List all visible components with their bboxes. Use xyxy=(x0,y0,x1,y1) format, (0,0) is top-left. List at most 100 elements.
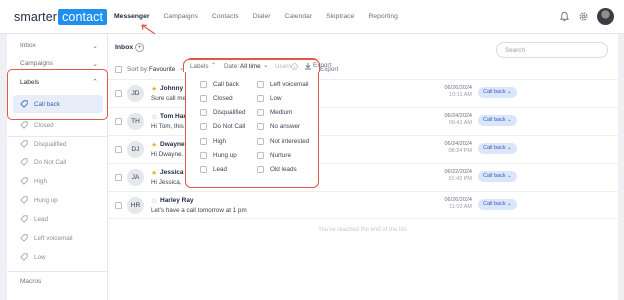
chevron-down-icon: ⌄ xyxy=(507,173,512,179)
label-pill[interactable]: Call back ⌄ xyxy=(478,115,517,126)
date-text: 06/22/2024 xyxy=(444,169,472,175)
end-of-list-note: You've reached the end of the list. xyxy=(318,227,408,233)
sidebar-label-lead[interactable]: Lead xyxy=(20,215,48,223)
option-checkbox[interactable] xyxy=(200,138,207,145)
dropdown-option-not-interested[interactable]: Not interested xyxy=(257,138,309,145)
option-label: Old leads xyxy=(270,166,297,173)
sidebar-label-hung-up[interactable]: Hung up xyxy=(20,196,58,204)
search-input[interactable]: Search xyxy=(496,42,608,58)
label-text: Lead xyxy=(34,215,49,223)
download-icon[interactable] xyxy=(304,62,312,70)
gear-icon[interactable] xyxy=(578,11,589,22)
date-text: 06/26/2024 xyxy=(444,197,472,203)
star-outline-icon[interactable]: ☆ xyxy=(151,113,157,121)
sidebar-item-labels[interactable]: Labels ⌃ xyxy=(7,79,108,86)
dropdown-option-do-not-call[interactable]: Do Not Call xyxy=(200,123,245,130)
sidebar-labels-label: Labels xyxy=(20,79,40,86)
date-filter-label: Date: xyxy=(224,63,240,70)
table-row[interactable]: HR ☆ Harley Ray Let's have a call tomorr… xyxy=(108,191,618,219)
dropdown-option-left-voicemail[interactable]: Left voicemail xyxy=(257,81,309,88)
star-icon[interactable]: ★ xyxy=(151,169,157,177)
dropdown-option-hung-up[interactable]: Hung up xyxy=(200,152,237,159)
option-checkbox[interactable] xyxy=(200,152,207,159)
sidebar-label-low[interactable]: Low xyxy=(20,253,46,261)
nav-campaigns[interactable]: Campaigns xyxy=(164,13,198,20)
sidebar-label-disqualified[interactable]: Disqualified xyxy=(20,140,67,148)
export-button[interactable]: Export xyxy=(313,62,331,69)
nav-dialer[interactable]: Dialer xyxy=(253,13,271,20)
nav-calendar[interactable]: Calendar xyxy=(285,13,313,20)
option-checkbox[interactable] xyxy=(257,123,264,130)
date-text: 06/24/2024 xyxy=(444,113,472,119)
option-label: Do Not Call xyxy=(213,123,246,130)
message-date: 06/26/2024 11:02 AM xyxy=(438,197,472,211)
star-icon[interactable]: ★ xyxy=(151,85,157,93)
label-text: High xyxy=(34,177,47,185)
add-icon[interactable]: + xyxy=(135,43,144,52)
nav-skiptrace[interactable]: Skiptrace xyxy=(326,13,354,20)
chevron-down-icon: ⌄ xyxy=(507,89,512,95)
row-checkbox[interactable] xyxy=(115,118,122,125)
star-outline-icon[interactable]: ☆ xyxy=(151,197,157,205)
dropdown-option-lead[interactable]: Lead xyxy=(200,166,227,173)
option-checkbox[interactable] xyxy=(257,138,264,145)
option-checkbox[interactable] xyxy=(257,109,264,116)
chevron-down-icon: ⌄ xyxy=(92,43,98,50)
row-checkbox[interactable] xyxy=(115,202,122,209)
sidebar-label-call-back[interactable]: Call back xyxy=(20,100,60,108)
option-checkbox[interactable] xyxy=(257,95,264,102)
sidebar-label-high[interactable]: High xyxy=(20,177,47,185)
dropdown-option-call-back[interactable]: Call back xyxy=(200,81,239,88)
avatar: DJ xyxy=(127,141,144,158)
nav-reporting[interactable]: Reporting xyxy=(368,13,397,20)
pill-text: Call back xyxy=(483,89,506,95)
label-text: Call back xyxy=(34,100,60,108)
sort-dropdown[interactable]: Favourite xyxy=(149,66,175,73)
label-pill[interactable]: Call back ⌄ xyxy=(478,199,517,210)
dropdown-option-old-leads[interactable]: Old leads xyxy=(257,166,297,173)
user-avatar[interactable] xyxy=(597,8,614,25)
sidebar-campaigns-label: Campaigns xyxy=(20,60,53,67)
sidebar-item-inbox[interactable]: Inbox ⌄ xyxy=(7,42,108,50)
select-all-checkbox[interactable] xyxy=(115,66,122,73)
divider xyxy=(7,136,108,137)
dropdown-option-nurture[interactable]: Nurture xyxy=(257,152,291,159)
bell-icon[interactable] xyxy=(559,11,570,22)
option-checkbox[interactable] xyxy=(257,166,264,173)
dropdown-option-closed[interactable]: Closed xyxy=(200,95,233,102)
sidebar-item-macros[interactable]: Macros xyxy=(7,278,108,285)
label-pill[interactable]: Call back ⌄ xyxy=(478,87,517,98)
row-checkbox[interactable] xyxy=(115,90,122,97)
option-checkbox[interactable] xyxy=(257,152,264,159)
option-checkbox[interactable] xyxy=(200,123,207,130)
time-text: 08:24 PM xyxy=(448,148,472,154)
label-pill[interactable]: Call back ⌄ xyxy=(478,171,517,182)
dropdown-option-high[interactable]: High xyxy=(200,138,226,145)
tag-icon xyxy=(20,158,28,166)
sidebar-item-campaigns[interactable]: Campaigns ⌄ xyxy=(7,60,108,68)
date-filter[interactable]: All time xyxy=(240,63,261,70)
nav-contacts[interactable]: Contacts xyxy=(212,13,239,20)
dropdown-option-disqualified[interactable]: Disqualified xyxy=(200,109,246,116)
option-label: Left voicemail xyxy=(270,81,309,88)
logo[interactable]: smarter contact xyxy=(14,9,108,25)
star-icon[interactable]: ★ xyxy=(151,141,157,149)
users-filter[interactable]: Users xyxy=(275,63,291,70)
row-checkbox[interactable] xyxy=(115,174,122,181)
sidebar-label-closed[interactable]: Closed xyxy=(20,121,54,129)
option-checkbox[interactable] xyxy=(200,95,207,102)
option-checkbox[interactable] xyxy=(200,166,207,173)
sidebar-label-do-not-call[interactable]: Do Not Call xyxy=(20,158,66,166)
dropdown-option-medium[interactable]: Medium xyxy=(257,109,292,116)
option-checkbox[interactable] xyxy=(200,81,207,88)
labels-filter-active[interactable]: Labels xyxy=(190,63,209,70)
dropdown-option-no-answer[interactable]: No answer xyxy=(257,123,300,130)
nav-messenger[interactable]: Messenger xyxy=(114,13,150,20)
labels-filter-header: Labels ⌃ Date: All time ⌄ Users xyxy=(183,59,320,72)
option-checkbox[interactable] xyxy=(257,81,264,88)
label-pill[interactable]: Call back ⌄ xyxy=(478,143,517,154)
row-checkbox[interactable] xyxy=(115,146,122,153)
sidebar-label-left-voicemail[interactable]: Left voicemail xyxy=(20,234,73,242)
dropdown-option-low[interactable]: Low xyxy=(257,95,282,102)
option-checkbox[interactable] xyxy=(200,109,207,116)
